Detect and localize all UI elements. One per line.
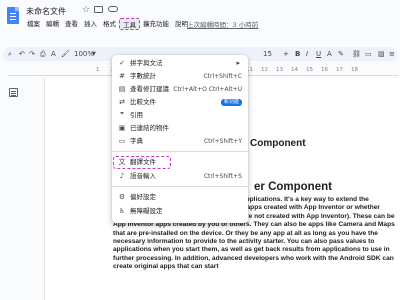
title-bar: 未命名文件 ☆ 檔案 編輯 查看 插入 格式 工具 擴充功能 說明 上次編輯時間… [0, 0, 400, 40]
word-count-icon: # [119, 72, 125, 80]
dictionary-icon: ▭ [118, 137, 126, 145]
ruler-mark: 14 [291, 67, 298, 73]
document-heading-starter-component: er Component [254, 181, 332, 193]
menu-view[interactable]: 查看 [62, 18, 81, 30]
spellcheck-icon: ✓ [119, 59, 125, 67]
menu-tools[interactable]: 工具 [119, 18, 140, 30]
menu-item-voice-typing[interactable]: ♪ 語音輸入 Ctrl+Shift+S [112, 171, 248, 182]
insert-link-icon[interactable]: ⛓ [352, 49, 361, 59]
menu-item-label: 已連結的物件 [130, 124, 169, 132]
new-badge: 新功能 [220, 99, 242, 106]
last-edit-link[interactable]: 上次編輯時間：3 小時前 [187, 19, 258, 29]
google-docs-logo-icon[interactable] [7, 7, 19, 24]
menu-item-label: 字典 [130, 137, 143, 145]
menu-item-label: 比較文件 [130, 98, 156, 106]
menu-item-spelling-grammar[interactable]: ✓ 拼字與文法 ▸ [112, 58, 248, 69]
menu-item-citations[interactable]: ❞ 引用 [112, 110, 248, 121]
linked-objects-icon: ▣ [118, 124, 126, 132]
document-heading-component: Component [250, 138, 306, 149]
spellcheck-toolbar-icon[interactable]: A [51, 49, 56, 59]
menu-item-word-count[interactable]: # 字數統計 Ctrl+Shift+C [112, 71, 248, 82]
menu-item-linked-objects[interactable]: ▣ 已連結的物件 [112, 123, 248, 134]
menu-bar: 檔案 編輯 查看 插入 格式 工具 擴充功能 說明 [24, 18, 191, 30]
accessibility-icon: ♿ [118, 207, 126, 215]
menu-insert[interactable]: 插入 [81, 18, 100, 30]
settings-icon: ⚙ [118, 193, 126, 201]
underline-icon[interactable]: U [316, 49, 321, 59]
paint-format-icon[interactable]: 🖌 [61, 49, 70, 59]
tools-dropdown-menu: ✓ 拼字與文法 ▸ # 字數統計 Ctrl+Shift+C ▤ 查看修訂建議 C… [112, 55, 248, 223]
ruler-mark: 18 [351, 67, 358, 73]
highlight-color-icon[interactable]: ✎ [338, 49, 344, 59]
ruler-mark: 15 [306, 67, 313, 73]
menu-extensions[interactable]: 擴充功能 [140, 18, 172, 30]
add-comment-icon[interactable]: ▭ [365, 49, 372, 59]
menu-item-label: 翻譯文件 [130, 158, 156, 166]
move-folder-icon[interactable] [94, 6, 103, 13]
menu-item-accessibility[interactable]: ♿ 無障礙設定 [112, 206, 248, 217]
menu-item-shortcut: Ctrl+Shift+C [203, 73, 242, 80]
undo-icon[interactable]: ↶ [19, 49, 25, 59]
align-icon[interactable]: ≡ [389, 49, 395, 59]
translate-icon: 文 [118, 158, 126, 166]
menu-item-label: 字數統計 [130, 72, 156, 80]
redo-icon[interactable]: ↷ [29, 49, 35, 59]
menu-item-label: 無障礙設定 [130, 207, 163, 215]
star-icon[interactable]: ☆ [82, 5, 90, 15]
ruler-mark: 12 [261, 67, 268, 73]
compare-icon: ⇄ [119, 98, 125, 106]
docs-window: 未命名文件 ☆ 檔案 編輯 查看 插入 格式 工具 擴充功能 說明 上次編輯時間… [0, 0, 400, 300]
italic-icon[interactable]: I [306, 49, 308, 59]
chevron-down-icon[interactable]: ▼ [92, 49, 96, 59]
font-size-increase-icon[interactable]: + [283, 49, 289, 59]
menu-item-preferences[interactable]: ⚙ 偏好設定 [112, 192, 248, 203]
menu-item-dictionary[interactable]: ▭ 字典 Ctrl+Shift+Y [112, 136, 248, 147]
cloud-saved-icon[interactable] [108, 6, 118, 12]
document-outline-icon[interactable] [9, 88, 18, 97]
menu-file[interactable]: 檔案 [24, 18, 43, 30]
quote-icon: ❞ [120, 111, 124, 119]
menu-item-label: 語音輸入 [130, 172, 156, 180]
search-menus-icon[interactable]: ⌕ [8, 49, 12, 59]
review-edits-icon: ▤ [118, 85, 126, 93]
chevron-right-icon: ▸ [236, 59, 240, 67]
ruler-mark: 1 [96, 67, 100, 73]
menu-item-label: 引用 [130, 111, 143, 119]
ruler-mark: 17 [336, 67, 343, 73]
menu-edit[interactable]: 編輯 [43, 18, 62, 30]
insert-image-icon[interactable]: ▨ [378, 49, 385, 59]
zoom-select[interactable]: 100% [74, 49, 94, 59]
menu-divider [112, 186, 248, 187]
menu-item-label: 拼字與文法 [130, 59, 163, 67]
menu-item-label: 偏好設定 [130, 193, 156, 201]
print-icon[interactable]: ⎙ [40, 49, 46, 59]
font-size-field[interactable]: 15 [263, 49, 272, 59]
menu-item-translate-document[interactable]: 文 翻譯文件 [112, 157, 248, 168]
text-color-icon[interactable]: A [327, 49, 332, 59]
bold-icon[interactable]: B [295, 49, 300, 59]
menu-item-review-edits[interactable]: ▤ 查看修訂建議 Ctrl+Alt+O Ctrl+Alt+U [112, 84, 248, 95]
menu-format[interactable]: 格式 [100, 18, 119, 30]
microphone-icon: ♪ [119, 172, 125, 180]
ruler-mark: 13 [276, 67, 283, 73]
menu-item-shortcut: Ctrl+Alt+O Ctrl+Alt+U [173, 86, 242, 93]
menu-item-compare-documents[interactable]: ⇄ 比較文件 新功能 [112, 97, 248, 108]
menu-item-shortcut: Ctrl+Shift+Y [203, 138, 242, 145]
document-title[interactable]: 未命名文件 [26, 6, 66, 17]
menu-item-label: 查看修訂建議 [130, 85, 169, 93]
menu-item-shortcut: Ctrl+Shift+S [203, 173, 242, 180]
ruler-mark: 16 [321, 67, 328, 73]
menu-divider [112, 151, 248, 152]
